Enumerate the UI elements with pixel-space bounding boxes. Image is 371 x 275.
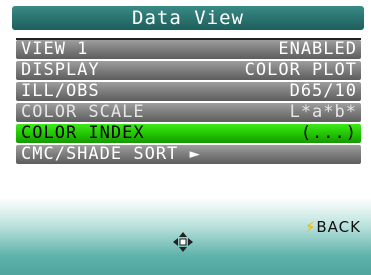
- menu-item-label: VIEW 1: [21, 39, 89, 59]
- menu-item-value: D65/10: [289, 81, 357, 101]
- menu-item-color-scale[interactable]: COLOR SCALE L*a*b*: [16, 103, 361, 122]
- menu-item-color-index[interactable]: COLOR INDEX (...): [16, 124, 361, 143]
- menu-item-label: COLOR SCALE: [21, 102, 145, 122]
- back-label: BACK: [316, 218, 361, 236]
- menu-item-value: ENABLED: [278, 39, 357, 59]
- device-screen: Data View VIEW 1 ENABLED DISPLAY COLOR P…: [0, 0, 371, 275]
- four-way-arrow-icon[interactable]: [172, 231, 194, 253]
- lightning-bolt-icon: ⚡: [304, 218, 317, 236]
- menu-item-label: DISPLAY: [21, 60, 100, 80]
- menu-item-value: L*a*b*: [289, 102, 357, 122]
- menu-item-display[interactable]: DISPLAY COLOR PLOT: [16, 61, 361, 80]
- menu-item-value: COLOR PLOT: [244, 60, 357, 80]
- menu-item-label: ILL/OBS: [21, 81, 100, 101]
- menu-item-view-1[interactable]: VIEW 1 ENABLED: [16, 40, 361, 59]
- menu-item-value: (...): [300, 123, 357, 143]
- title-bar: Data View: [12, 6, 364, 30]
- menu-item-ill-obs[interactable]: ILL/OBS D65/10: [16, 82, 361, 101]
- page-title: Data View: [132, 7, 244, 29]
- menu-item-cmc-shade-sort[interactable]: CMC/SHADE SORT ►: [16, 145, 361, 164]
- settings-menu: VIEW 1 ENABLED DISPLAY COLOR PLOT ILL/OB…: [16, 38, 361, 166]
- back-button[interactable]: ⚡BACK: [305, 218, 361, 236]
- menu-item-label: COLOR INDEX: [21, 123, 145, 143]
- menu-item-label: CMC/SHADE SORT ►: [21, 144, 201, 164]
